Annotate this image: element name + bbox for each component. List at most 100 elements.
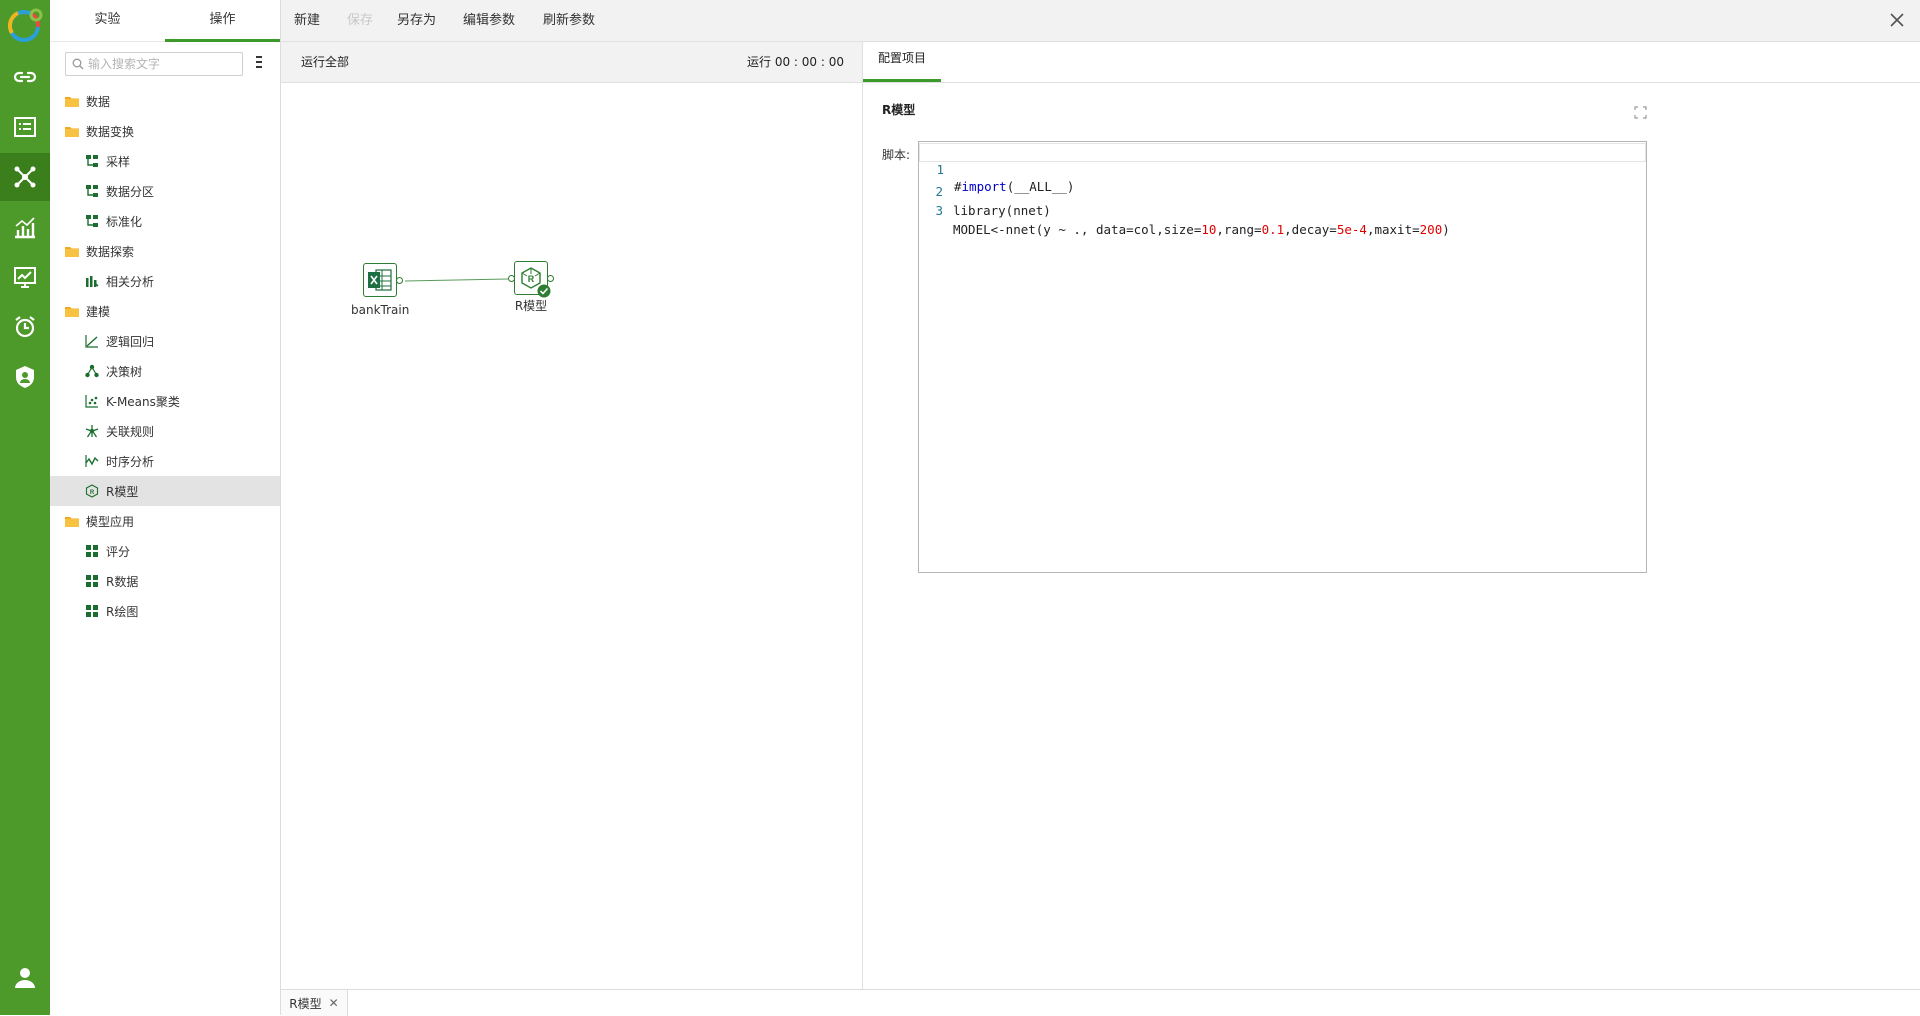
workflow-canvas[interactable]: bankTrain R R模型 [281,83,862,989]
svg-text:R: R [90,490,95,496]
tree-label: 模型应用 [86,514,135,529]
workflow-node-banktrain[interactable]: bankTrain [351,263,409,317]
tree-folder[interactable]: 建模 [50,296,280,326]
tree-item[interactable]: 评分 [50,536,280,566]
folder-icon [64,513,80,529]
tree-label: 标准化 [106,214,143,229]
tree-label: 相关分析 [106,274,155,289]
save-button[interactable]: 保存 [347,0,373,42]
network-icon[interactable] [0,153,50,201]
tree-label: 决策树 [106,364,143,379]
success-check-icon [537,284,551,298]
tree-folder[interactable]: 数据变换 [50,116,280,146]
config-title: R模型 [882,103,916,117]
tree-item[interactable]: 时序分析 [50,446,280,476]
tree-label: 评分 [106,544,131,559]
search-box [65,52,243,76]
folder-icon [64,123,80,139]
output-port[interactable] [547,275,554,282]
correlation-icon [84,273,100,289]
shield-icon[interactable] [0,353,50,401]
tree-item[interactable]: 采样 [50,146,280,176]
save-as-button[interactable]: 另存为 [397,0,436,42]
transform-icon [84,183,100,199]
tree-folder[interactable]: 数据探索 [50,236,280,266]
r-model-node-icon: R [508,261,554,298]
transform-icon [84,213,100,229]
svg-text:R: R [528,274,535,284]
tree-label: R数据 [106,574,139,589]
tree-item[interactable]: K-Means聚类 [50,386,280,416]
tree-label: 逻辑回归 [106,334,155,349]
alarm-icon[interactable] [0,303,50,351]
tree-label: R模型 [106,484,139,499]
config-header: 配置项目 [863,42,1920,83]
workflow-node-r-model[interactable]: R R模型 [508,261,554,314]
grid-icon [84,603,100,619]
tree-label: 数据 [86,94,111,109]
tree-folder[interactable]: 数据 [50,86,280,116]
tree-item[interactable]: 决策树 [50,356,280,386]
link-icon[interactable] [0,53,50,101]
tree-item[interactable]: 逻辑回归 [50,326,280,356]
tree-item[interactable]: R绘图 [50,596,280,626]
output-port[interactable] [396,277,404,284]
node-label: R模型 [514,299,548,313]
tab-experiment[interactable]: 实验 [50,0,165,41]
toolbar: 新建 保存 另存为 编辑参数 刷新参数 [281,0,1920,42]
tree-item[interactable]: 数据分区 [50,176,280,206]
grid-icon [84,543,100,559]
app-logo [7,8,43,42]
new-button[interactable]: 新建 [294,0,320,42]
panel-tabs: 实验 操作 [50,0,280,42]
connection-layer [404,278,509,282]
panel-divider[interactable] [862,42,863,989]
tab-operation[interactable]: 操作 [165,0,280,42]
run-all-button[interactable]: 运行全部 [301,42,349,82]
refresh-params-button[interactable]: 刷新参数 [543,0,595,42]
folder-icon [64,303,80,319]
r-model-icon: R [84,483,100,499]
transform-icon [84,153,100,169]
search-row [50,42,280,82]
cluster-icon [84,393,100,409]
tree-folder[interactable]: 模型应用 [50,506,280,536]
tree-label: 数据变换 [86,124,135,139]
folder-icon [64,243,80,259]
tree-icon [84,363,100,379]
fullscreen-icon[interactable] [1634,106,1647,119]
edit-params-button[interactable]: 编辑参数 [463,0,515,42]
tree-item[interactable]: R R模型 [50,476,280,506]
tree-item[interactable]: R数据 [50,566,280,596]
user-icon[interactable] [0,953,50,1001]
code-line: 3 MODEL<-nnet(y ~ ., data=col,size=10,ra… [919,182,1646,237]
component-panel: 实验 操作 数据数据变换采样数据分区标准化数据探索相关分析建模逻辑回归决策树 K-… [50,0,281,1015]
run-timer: 运行 00 : 00 : 00 [747,55,844,69]
grid-icon [84,573,100,589]
canvas-header: 运行全部 运行 00 : 00 : 00 [281,42,862,83]
tree-item[interactable]: 标准化 [50,206,280,236]
bottom-tab-label: R模型 [289,996,322,1011]
tree-item[interactable]: 相关分析 [50,266,280,296]
tab-config[interactable]: 配置项目 [863,42,941,82]
bar-chart-icon[interactable] [0,203,50,251]
script-label: 脚本: [882,148,911,162]
close-tab-icon[interactable]: ✕ [329,996,339,1010]
search-input[interactable] [88,56,238,72]
input-port[interactable] [508,275,515,282]
connection-edge [404,278,509,282]
line-chart-icon[interactable] [0,253,50,301]
tree-label: 关联规则 [106,424,155,439]
close-icon[interactable] [1888,11,1906,29]
tree-label: 时序分析 [106,454,155,469]
list-icon[interactable] [0,103,50,151]
tree-label: 建模 [86,304,111,319]
tree-label: 数据探索 [86,244,135,259]
tree-item[interactable]: 关联规则 [50,416,280,446]
folder-icon [64,93,80,109]
search-icon [72,58,84,70]
script-editor[interactable]: 1 #import(__ALL__) 2 library(nnet) 3 MOD… [918,141,1647,573]
bottom-tab-r-model[interactable]: R模型 ✕ [281,990,348,1016]
tree-label: K-Means聚类 [106,394,180,409]
more-menu-icon[interactable] [254,54,264,70]
